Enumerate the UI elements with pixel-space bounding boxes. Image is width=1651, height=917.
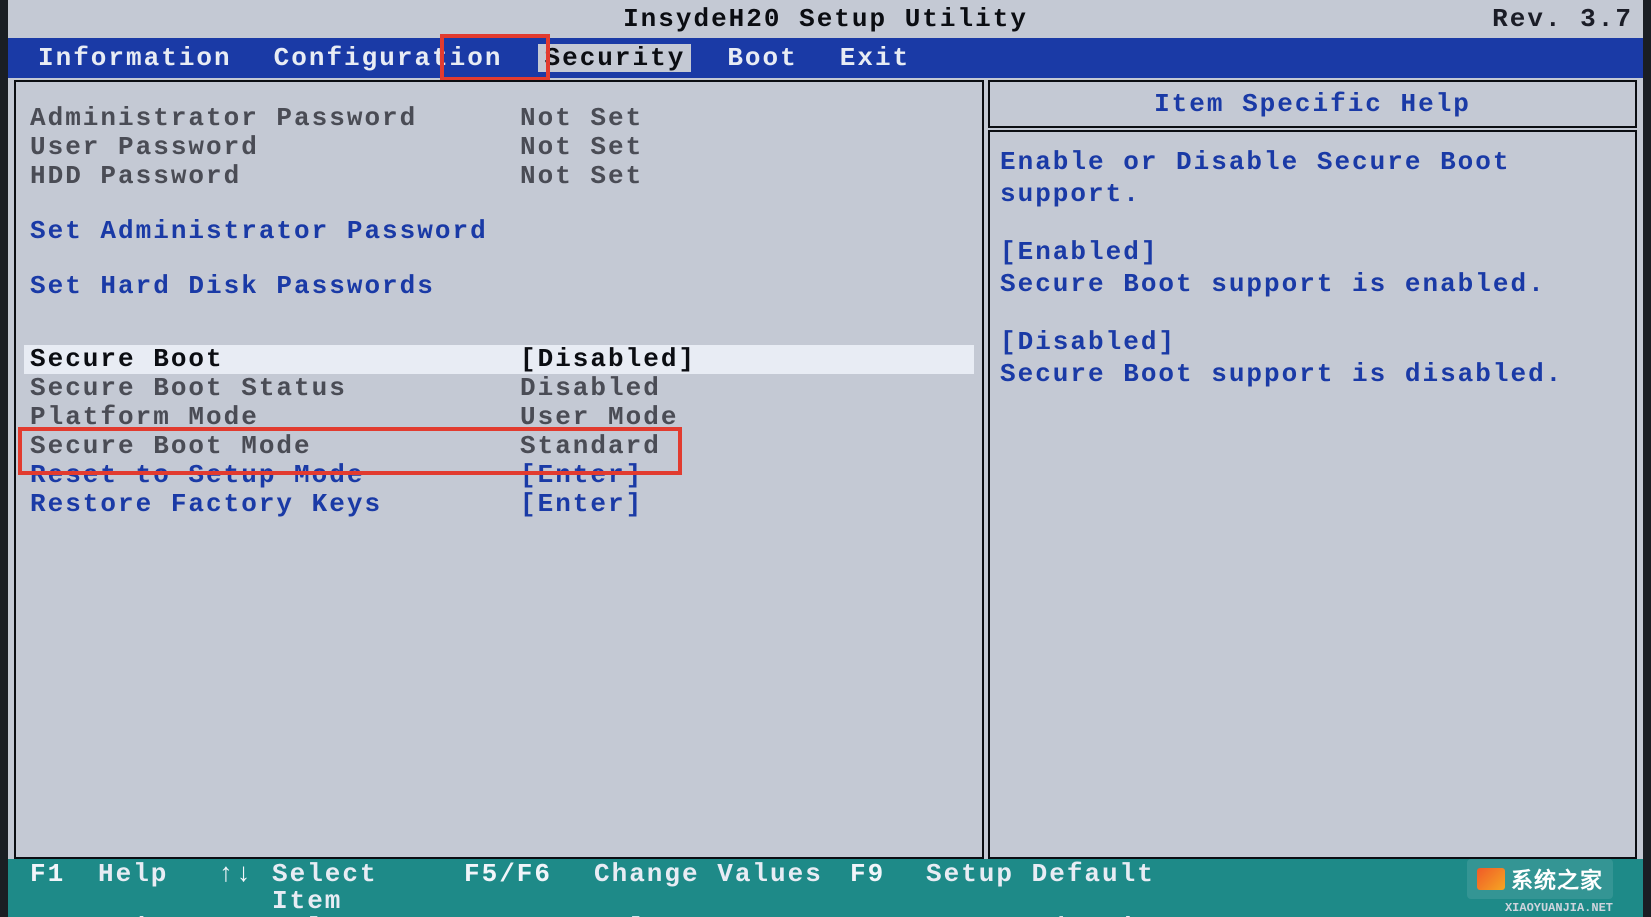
restore-factory-keys-value: [Enter]: [520, 490, 643, 519]
tab-boot[interactable]: Boot: [721, 44, 803, 72]
key-updown: ↑↓: [218, 861, 272, 915]
row-platform-mode: Platform Mode User Mode: [24, 403, 974, 432]
key-f5f6: F5/F6: [464, 861, 594, 915]
title-bar: InsydeH20 Setup Utility Rev. 3.7: [8, 0, 1643, 38]
user-password-value: Not Set: [520, 133, 643, 162]
action-set-hdd-passwords[interactable]: Set Hard Disk Passwords: [24, 272, 974, 301]
secure-boot-mode-value: Standard: [520, 432, 661, 461]
help-enabled-text: Secure Boot support is enabled.: [1000, 269, 1546, 299]
key-updown-text: Select Item: [272, 861, 464, 915]
help-disabled-header: [Disabled]: [1000, 327, 1176, 357]
hdd-password-label: HDD Password: [30, 162, 520, 191]
watermark-text: 系统之家: [1511, 863, 1603, 895]
action-reset-setup-mode[interactable]: Reset to Setup Mode [Enter]: [24, 461, 974, 490]
row-user-password: User Password Not Set: [24, 133, 974, 162]
set-hdd-passwords-label: Set Hard Disk Passwords: [30, 272, 520, 301]
secure-boot-mode-label: Secure Boot Mode: [30, 432, 520, 461]
row-secure-boot[interactable]: Secure Boot [Disabled]: [24, 345, 974, 374]
action-restore-factory-keys[interactable]: Restore Factory Keys [Enter]: [24, 490, 974, 519]
secure-boot-status-value: Disabled: [520, 374, 661, 403]
help-disabled: [Disabled] Secure Boot support is disabl…: [1000, 326, 1625, 390]
secure-boot-label: Secure Boot: [30, 345, 520, 374]
help-body: Enable or Disable Secure Boot support.: [1000, 146, 1625, 210]
watermark-sub: XIAOYUANJIA.NET: [1505, 901, 1613, 915]
key-f9-text: Setup Default: [926, 861, 1155, 915]
key-f1: F1: [30, 861, 98, 915]
secure-boot-value: [Disabled]: [520, 345, 696, 374]
row-admin-password: Administrator Password Not Set: [24, 104, 974, 133]
footer-bar: F1 Help ↑↓ Select Item F5/F6 Change Valu…: [8, 859, 1643, 917]
work-area: Administrator Password Not Set User Pass…: [14, 80, 1637, 859]
tab-security[interactable]: Security: [538, 44, 691, 72]
bios-screen: InsydeH20 Setup Utility Rev. 3.7 Informa…: [8, 0, 1643, 917]
help-title: Item Specific Help: [1154, 89, 1471, 119]
reset-setup-mode-value: [Enter]: [520, 461, 643, 490]
key-f1-text: Help: [98, 861, 218, 915]
help-enabled: [Enabled] Secure Boot support is enabled…: [1000, 236, 1625, 300]
admin-password-value: Not Set: [520, 104, 643, 133]
help-title-panel: Item Specific Help: [988, 80, 1637, 128]
key-f5f6-text: Change Values: [594, 861, 850, 915]
revision-label: Rev. 3.7: [1492, 4, 1633, 34]
tab-information[interactable]: Information: [32, 44, 238, 72]
hdd-password-value: Not Set: [520, 162, 643, 191]
row-secure-boot-mode: Secure Boot Mode Standard: [24, 432, 974, 461]
platform-mode-label: Platform Mode: [30, 403, 520, 432]
app-title: InsydeH20 Setup Utility: [623, 4, 1028, 34]
reset-setup-mode-label: Reset to Setup Mode: [30, 461, 520, 490]
tab-exit[interactable]: Exit: [834, 44, 916, 72]
watermark-logo-icon: [1477, 868, 1505, 890]
help-panel: Enable or Disable Secure Boot support. […: [988, 130, 1637, 859]
row-secure-boot-status: Secure Boot Status Disabled: [24, 374, 974, 403]
watermark: 系统之家 XIAOYUANJIA.NET: [1467, 859, 1613, 899]
restore-factory-keys-label: Restore Factory Keys: [30, 490, 520, 519]
action-set-admin-password[interactable]: Set Administrator Password: [24, 217, 974, 246]
help-enabled-header: [Enabled]: [1000, 237, 1158, 267]
secure-boot-status-label: Secure Boot Status: [30, 374, 520, 403]
main-panel: Administrator Password Not Set User Pass…: [14, 80, 984, 859]
help-disabled-text: Secure Boot support is disabled.: [1000, 359, 1563, 389]
set-admin-password-label: Set Administrator Password: [30, 217, 520, 246]
platform-mode-value: User Mode: [520, 403, 678, 432]
user-password-label: User Password: [30, 133, 520, 162]
row-hdd-password: HDD Password Not Set: [24, 162, 974, 191]
tab-configuration[interactable]: Configuration: [268, 44, 509, 72]
admin-password-label: Administrator Password: [30, 104, 520, 133]
key-f9: F9: [850, 861, 926, 915]
menu-bar: Information Configuration Security Boot …: [8, 38, 1643, 78]
